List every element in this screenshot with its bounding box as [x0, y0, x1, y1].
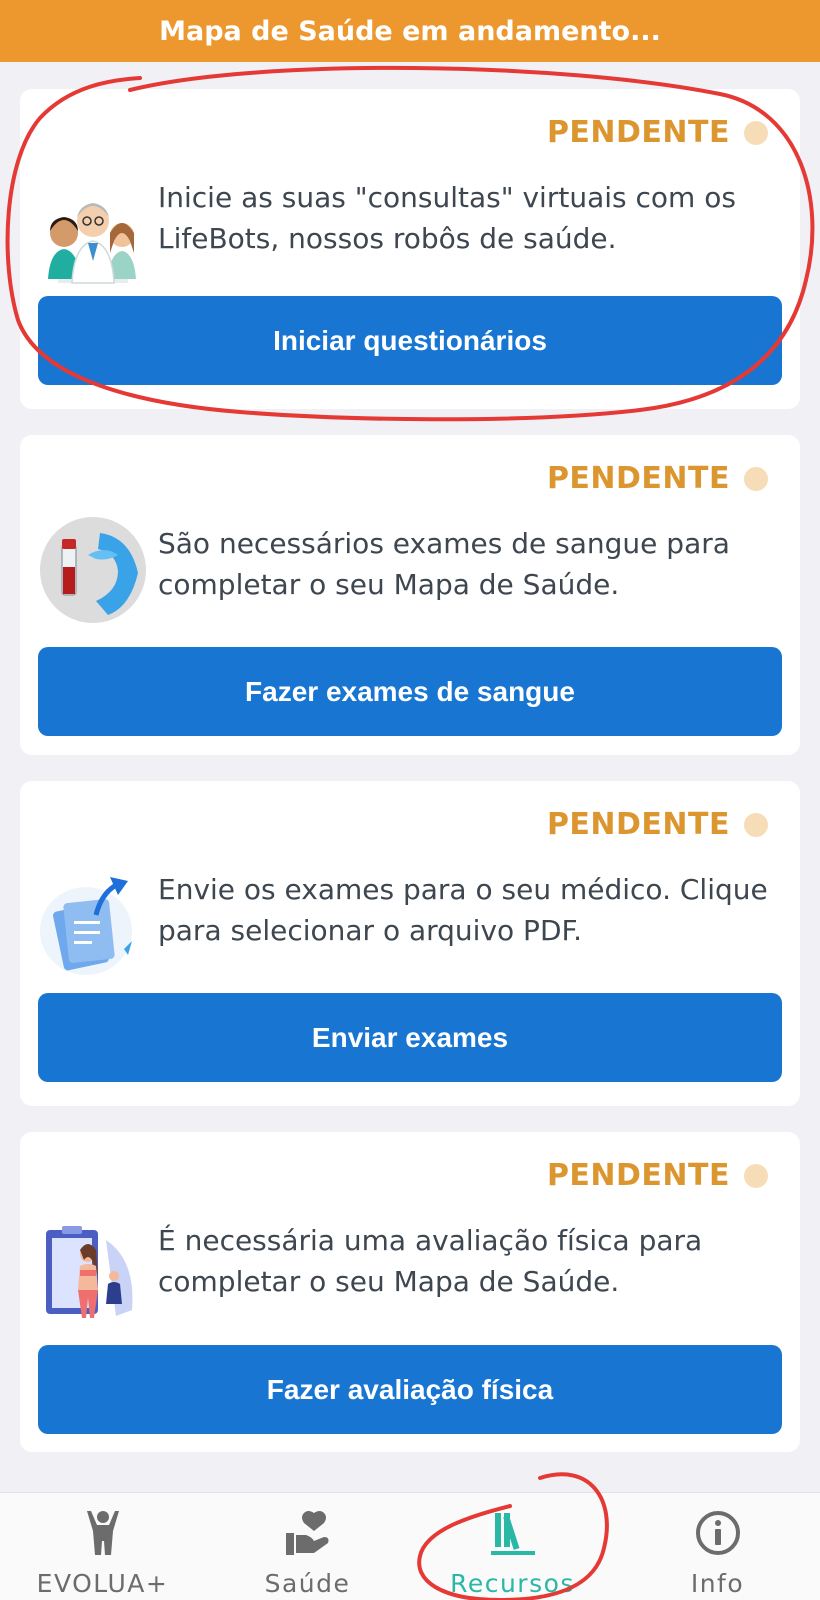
nav-label: Saúde [264, 1569, 351, 1598]
person-icon [86, 1511, 119, 1555]
status-dot [744, 812, 768, 837]
status-label: PENDENTE [546, 115, 730, 150]
bottom-navigation: EVOLUA+ Saúde Recursos Info [0, 1492, 820, 1600]
card-physical-assessment: PENDENTE É necessária uma avaliação físi… [20, 1132, 800, 1452]
card-questionnaires: PENDENTE Inicie as suas "consultas" virt… [20, 89, 800, 409]
send-exams-button[interactable]: Enviar exames [38, 993, 782, 1082]
status-label: PENDENTE [546, 461, 730, 496]
start-questionnaires-button[interactable]: Iniciar questionários [38, 296, 782, 385]
physical-assessment-illustration [46, 1226, 133, 1318]
status-pending: PENDENTE [547, 461, 768, 496]
info-icon [695, 1511, 740, 1555]
document-upload-illustration [40, 877, 132, 975]
status-label: PENDENTE [546, 807, 730, 842]
doctors-illustration [48, 203, 136, 284]
nav-item-evolua[interactable]: EVOLUA+ [0, 1493, 205, 1600]
nav-label: Info [690, 1569, 745, 1598]
physical-assessment-button[interactable]: Fazer avaliação física [38, 1345, 782, 1434]
status-dot [744, 466, 768, 491]
books-icon [490, 1513, 535, 1555]
status-pending: PENDENTE [547, 807, 768, 842]
heart-hand-icon [285, 1511, 328, 1555]
blood-tests-button[interactable]: Fazer exames de sangue [38, 647, 782, 736]
card-description: Inicie as suas "consultas" virtuais com … [158, 181, 736, 255]
status-dot [744, 120, 768, 145]
nav-item-recursos[interactable]: Recursos [410, 1493, 615, 1600]
status-banner: Mapa de Saúde em andamento... [0, 0, 820, 62]
nav-label: EVOLUA+ [36, 1569, 169, 1598]
nav-item-saude[interactable]: Saúde [205, 1493, 410, 1600]
card-send-exams: PENDENTE Envie os exames para o seu médi… [20, 781, 800, 1106]
card-blood-tests: PENDENTE São necessários exames de sangu… [20, 435, 800, 755]
card-description: É necessária uma avaliação física para c… [158, 1224, 703, 1298]
status-pending: PENDENTE [547, 1158, 768, 1193]
blood-test-illustration [40, 517, 146, 623]
status-label: PENDENTE [546, 1158, 730, 1193]
nav-item-info[interactable]: Info [615, 1493, 820, 1600]
status-dot [744, 1163, 768, 1188]
nav-label: Recursos [450, 1569, 575, 1598]
status-banner-text: Mapa de Saúde em andamento... [159, 15, 661, 47]
status-pending: PENDENTE [547, 115, 768, 150]
card-description: São necessários exames de sangue para co… [158, 527, 730, 601]
card-description: Envie os exames para o seu médico. Cliqu… [158, 873, 768, 947]
